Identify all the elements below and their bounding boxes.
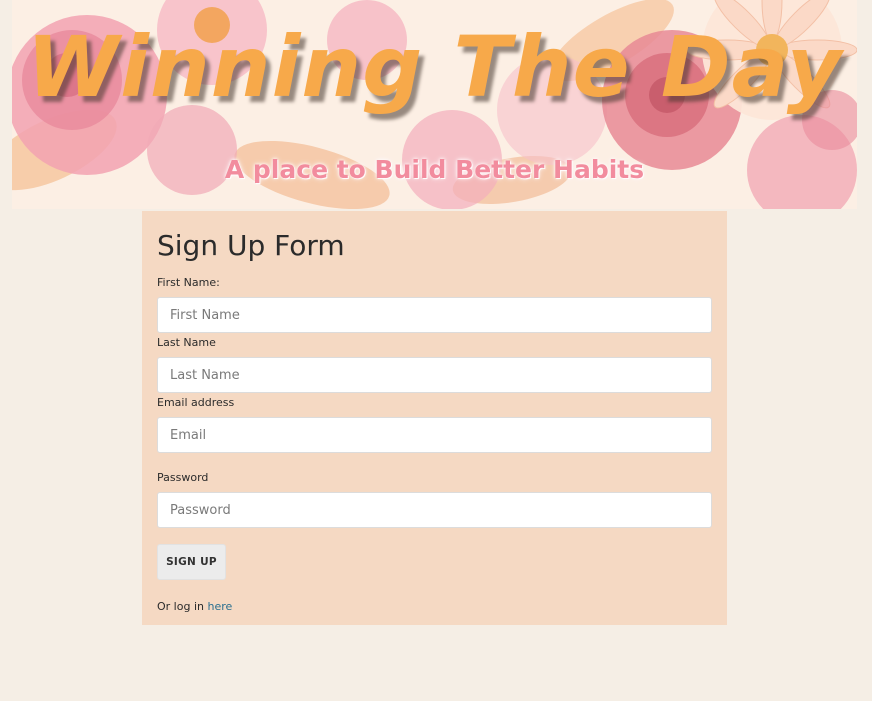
- last-name-input[interactable]: [157, 357, 712, 393]
- email-input[interactable]: [157, 417, 712, 453]
- header-banner: Winning The Day A place to Build Better …: [12, 0, 857, 209]
- login-prefix-text: Or log in: [157, 600, 204, 613]
- password-label: Password: [157, 471, 209, 484]
- form-title: Sign Up Form: [157, 229, 345, 262]
- sign-up-form: Sign Up Form First Name: Last Name Email…: [142, 211, 727, 625]
- password-input[interactable]: [157, 492, 712, 528]
- banner-subtitle: A place to Build Better Habits: [224, 155, 645, 184]
- email-label: Email address: [157, 396, 235, 409]
- login-prompt: Or log in here: [157, 600, 232, 613]
- sign-up-button[interactable]: SIGN UP: [157, 544, 226, 580]
- last-name-label: Last Name: [157, 336, 216, 349]
- first-name-label: First Name:: [157, 276, 220, 289]
- login-link[interactable]: here: [207, 600, 232, 613]
- first-name-input[interactable]: [157, 297, 712, 333]
- banner-title: Winning The Day: [26, 18, 843, 116]
